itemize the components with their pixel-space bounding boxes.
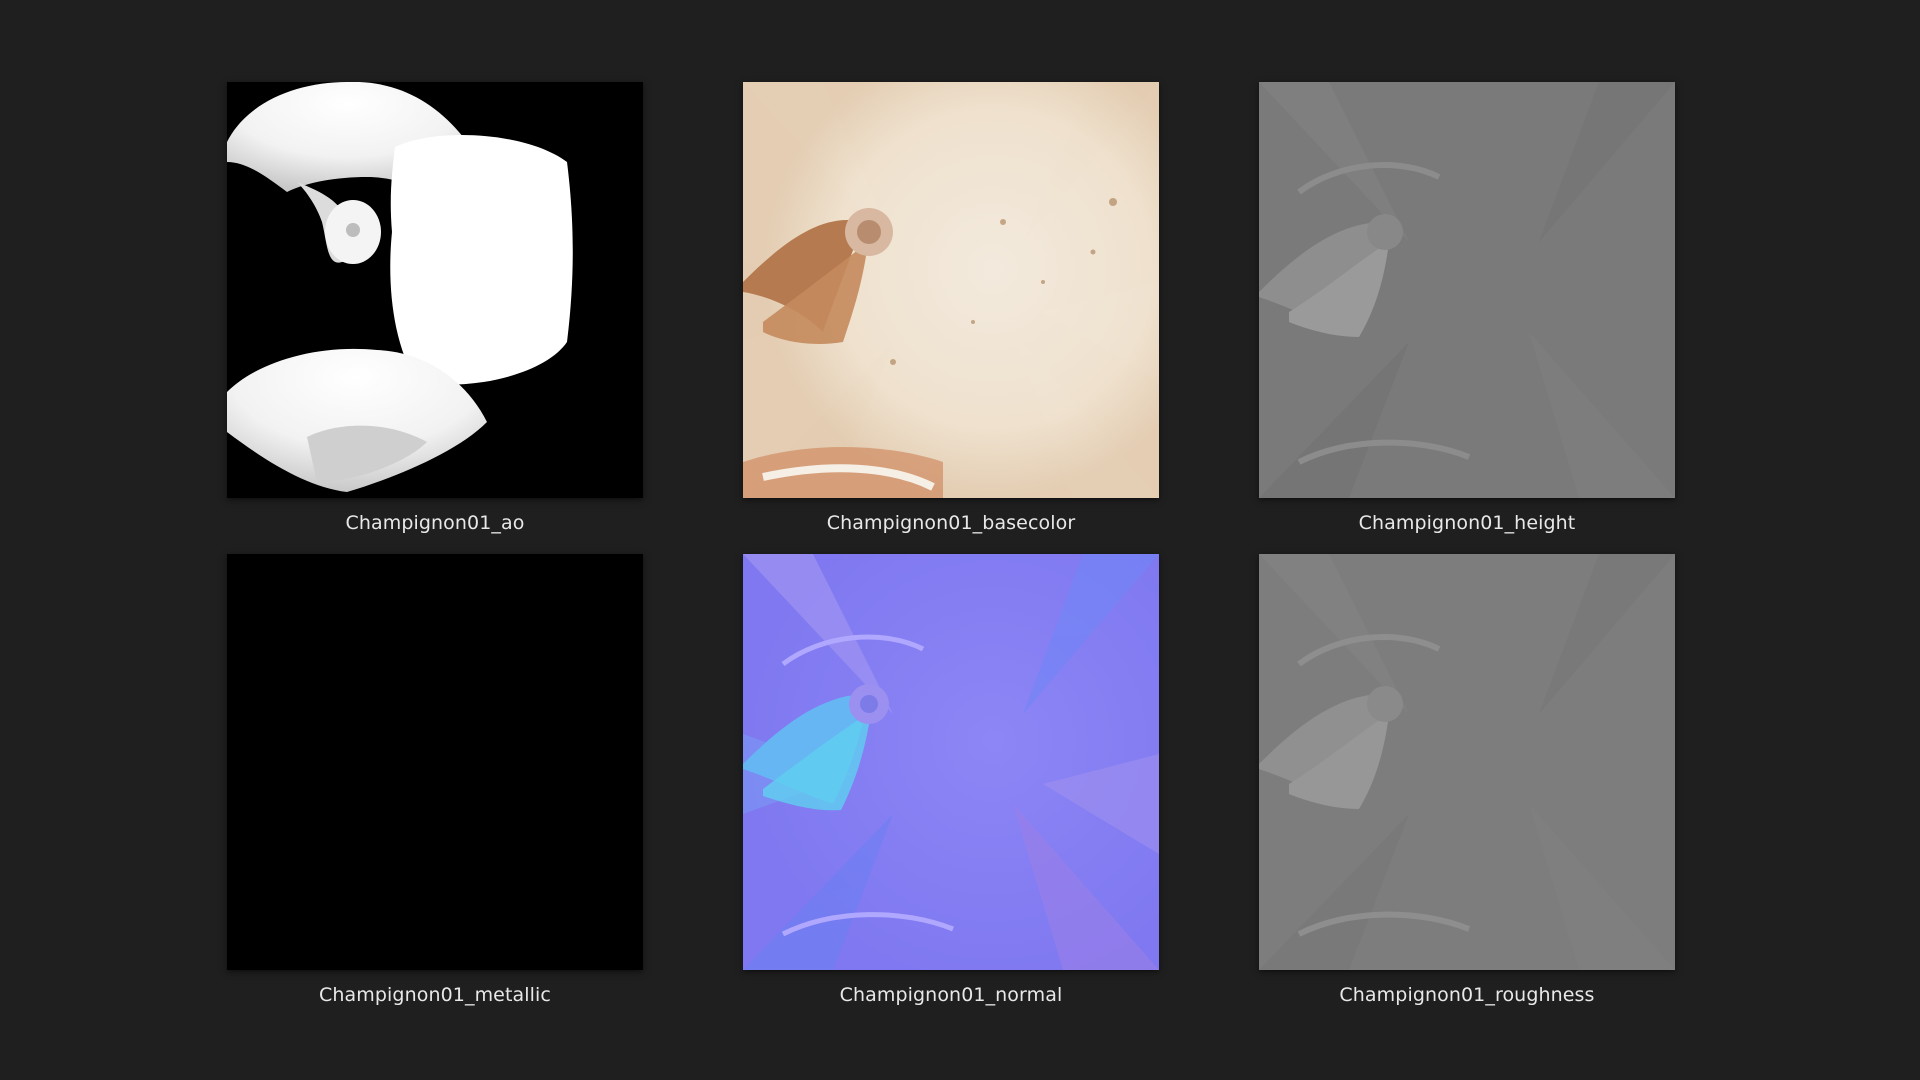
- file-item-metallic[interactable]: Champignon01_metallic: [227, 554, 643, 1038]
- height-map-thumbnail: [1259, 82, 1675, 498]
- basecolor-map-thumbnail: [743, 82, 1159, 498]
- file-name-label: Champignon01_metallic: [319, 984, 551, 1006]
- ao-map-thumbnail: [227, 82, 643, 498]
- file-name-label: Champignon01_basecolor: [826, 512, 1076, 534]
- file-name-label: Champignon01_roughness: [1339, 984, 1595, 1006]
- normal-map-thumbnail: [743, 554, 1159, 970]
- file-name-label: Champignon01_normal: [839, 984, 1063, 1006]
- file-item-basecolor[interactable]: Champignon01_basecolor: [743, 82, 1159, 566]
- file-item-normal[interactable]: Champignon01_normal: [743, 554, 1159, 1038]
- roughness-map-thumbnail: [1259, 554, 1675, 970]
- file-item-roughness[interactable]: Champignon01_roughness: [1259, 554, 1675, 1038]
- file-name-label: Champignon01_height: [1358, 512, 1576, 534]
- file-item-height[interactable]: Champignon01_height: [1259, 82, 1675, 566]
- metallic-map-thumbnail: [227, 554, 643, 970]
- file-name-label: Champignon01_ao: [345, 512, 525, 534]
- file-item-ao[interactable]: Champignon01_ao: [227, 82, 643, 566]
- file-thumbnail-grid: Champignon01_ao Champignon01_basecolor C…: [0, 0, 1920, 1080]
